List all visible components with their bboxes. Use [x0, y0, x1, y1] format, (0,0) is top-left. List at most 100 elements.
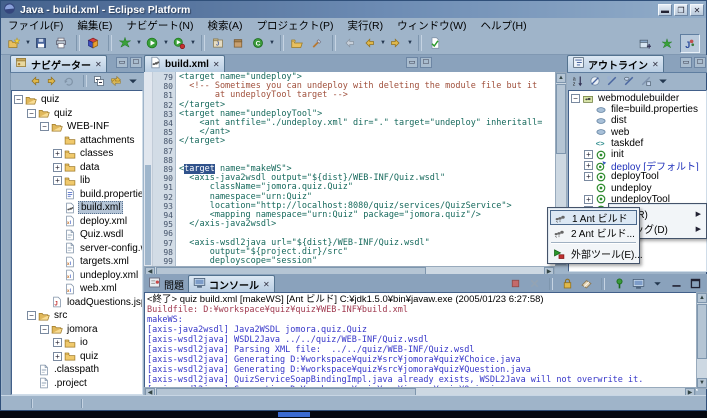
menu-編集(E)[interactable]: 編集(E): [70, 18, 119, 33]
navigator-item-io[interactable]: +io: [12, 336, 142, 350]
save-button[interactable]: [32, 33, 52, 53]
console-clear-button[interactable]: [578, 276, 595, 291]
outline-item-deploy-[interactable]: +deploy [デフォルト]: [569, 160, 706, 171]
menu-ヘルプ(H)[interactable]: ヘルプ(H): [473, 18, 533, 33]
close-button[interactable]: ✕: [690, 4, 704, 16]
menu-2-Ant-[interactable]: 2 Ant ビルド...: [550, 225, 637, 240]
menu-実行(R)[interactable]: 実行(R): [341, 18, 391, 33]
navigator-item-WEB-INF[interactable]: −WEB-INF: [12, 120, 142, 134]
menu-ウィンドウ(W)[interactable]: ウィンドウ(W): [390, 18, 473, 33]
navigator-close-icon[interactable]: ✕: [94, 60, 102, 69]
expander-icon[interactable]: +: [53, 163, 62, 172]
forward-dropdown-icon[interactable]: ▼: [407, 33, 414, 53]
tab-build-xml[interactable]: build.xml ✕: [144, 55, 225, 72]
console-terminate-button[interactable]: [507, 276, 524, 291]
ext-tools-button[interactable]: [116, 33, 136, 53]
expander-icon[interactable]: +: [53, 176, 62, 185]
outline-hide-properties-button[interactable]: [622, 74, 638, 89]
java-app-button[interactable]: [84, 33, 104, 53]
navigator-item-undeploy.xml[interactable]: xlundeploy.xml: [12, 269, 142, 283]
menu-ファイル(F)[interactable]: ファイル(F): [1, 18, 70, 33]
navigator-item-.classpath[interactable]: .classpath: [12, 363, 142, 377]
restore-button[interactable]: ❐: [674, 4, 688, 16]
outline-item-dist[interactable]: dist: [569, 115, 706, 126]
editor-vscroll-thumb[interactable]: [556, 84, 566, 154]
navigator-item-web.xml[interactable]: xlweb.xml: [12, 282, 142, 296]
outline-hide-imported-button[interactable]: [605, 74, 621, 89]
menu-プロジェクト(P)[interactable]: プロジェクト(P): [250, 18, 341, 33]
console-vscroll-thumb[interactable]: [697, 304, 707, 359]
expander-icon[interactable]: −: [27, 311, 36, 320]
navigator-item-.project[interactable]: .project: [12, 377, 142, 391]
scroll-down-icon[interactable]: ▼: [697, 378, 707, 388]
persp-java-button[interactable]: J: [680, 34, 700, 53]
console-open-console-button[interactable]: [630, 276, 647, 291]
new-wizard-dropdown-icon[interactable]: ▼: [25, 33, 32, 53]
open-file-button[interactable]: [426, 33, 446, 53]
expander-icon[interactable]: −: [40, 325, 49, 334]
navigator-fwd-sm-button[interactable]: [45, 74, 61, 89]
console-close-icon[interactable]: ✕: [262, 280, 270, 289]
run-dropdown-icon[interactable]: ▼: [163, 33, 170, 53]
expander-icon[interactable]: +: [53, 149, 62, 158]
run-button[interactable]: [143, 33, 163, 53]
minimize-button[interactable]: ▬: [658, 4, 672, 16]
navigator-view-menu-button[interactable]: [126, 74, 142, 89]
scroll-up-icon[interactable]: ▲: [556, 73, 566, 83]
menu-1-Ant-[interactable]: 1 Ant ビルド: [550, 210, 637, 225]
navigator-item-data[interactable]: +data: [12, 161, 142, 175]
editor-code[interactable]: <target name="undeploy"> <!-- Sometimes …: [176, 72, 555, 266]
navigator-item-lib[interactable]: +lib: [12, 174, 142, 188]
persp-ext-button[interactable]: [658, 34, 678, 53]
forward-button[interactable]: [387, 33, 407, 53]
expander-icon[interactable]: −: [40, 122, 49, 131]
expander-icon[interactable]: +: [584, 195, 593, 204]
outline-hide-tasks-button[interactable]: [639, 74, 655, 89]
back-dropdown-icon[interactable]: ▼: [380, 33, 387, 53]
open-perspective-button[interactable]: [636, 34, 656, 53]
menu--E-[interactable]: 外部ツール(E)...: [550, 246, 637, 261]
navigator-item-attachments[interactable]: attachments: [12, 134, 142, 148]
expander-icon[interactable]: −: [27, 109, 36, 118]
tab-console[interactable]: コンソール ✕: [188, 275, 275, 292]
navigator-link-editor-button[interactable]: [109, 74, 125, 89]
outline-maximize-button[interactable]: ☐: [694, 57, 706, 68]
outline-item-webmodulebuilder[interactable]: −webmodulebuilder: [569, 93, 706, 104]
console-max-button[interactable]: [687, 276, 704, 291]
console-min-button[interactable]: [668, 276, 685, 291]
outline-view-menu-button[interactable]: [656, 74, 672, 89]
navigator-item-deploy.xml[interactable]: xldeploy.xml: [12, 215, 142, 229]
outline-item-deployTool[interactable]: +deployTool: [569, 171, 706, 182]
navigator-collapse-all-button[interactable]: [92, 74, 108, 89]
new-wizard-button[interactable]: [5, 33, 25, 53]
console-lock-scroll-button[interactable]: [559, 276, 576, 291]
navigator-item-classes[interactable]: +classes: [12, 147, 142, 161]
new-class-button[interactable]: C: [249, 33, 269, 53]
new-class-dropdown-icon[interactable]: ▼: [269, 33, 276, 53]
java-project-button[interactable]: J: [209, 33, 229, 53]
editor-maximize-button[interactable]: ☐: [420, 57, 432, 68]
outline-item-taskdef[interactable]: <>taskdef: [569, 138, 706, 149]
editor-tab-close-icon[interactable]: ✕: [212, 60, 220, 69]
navigator-up-sm-button[interactable]: [62, 74, 78, 89]
back-button[interactable]: [360, 33, 380, 53]
outline-item-web[interactable]: web: [569, 127, 706, 138]
expander-icon[interactable]: +: [584, 150, 593, 159]
navigator-back-sm-button[interactable]: [28, 74, 44, 89]
editor-minimize-button[interactable]: ▭: [406, 57, 418, 68]
ext-tools-dropdown-icon[interactable]: ▼: [136, 33, 143, 53]
navigator-item-src[interactable]: −src: [12, 309, 142, 323]
navigator-item-targets.xml[interactable]: xltargets.xml: [12, 255, 142, 269]
console-pin-console-button[interactable]: [611, 276, 628, 291]
tab-outline[interactable]: アウトライン ✕: [567, 55, 664, 72]
navigator-item-quiz[interactable]: −quiz: [12, 107, 142, 121]
outline-item-init[interactable]: +init: [569, 149, 706, 160]
open-type-button[interactable]: [288, 33, 308, 53]
menu-ナビゲート(N)[interactable]: ナビゲート(N): [119, 18, 200, 33]
navigator-item-quiz[interactable]: +quiz: [12, 350, 142, 364]
expander-icon[interactable]: −: [14, 95, 23, 104]
navigator-maximize-button[interactable]: ☐: [130, 57, 142, 68]
expander-icon[interactable]: +: [53, 338, 62, 347]
outline-close-icon[interactable]: ✕: [651, 60, 659, 69]
navigator-minimize-button[interactable]: ▭: [116, 57, 128, 68]
